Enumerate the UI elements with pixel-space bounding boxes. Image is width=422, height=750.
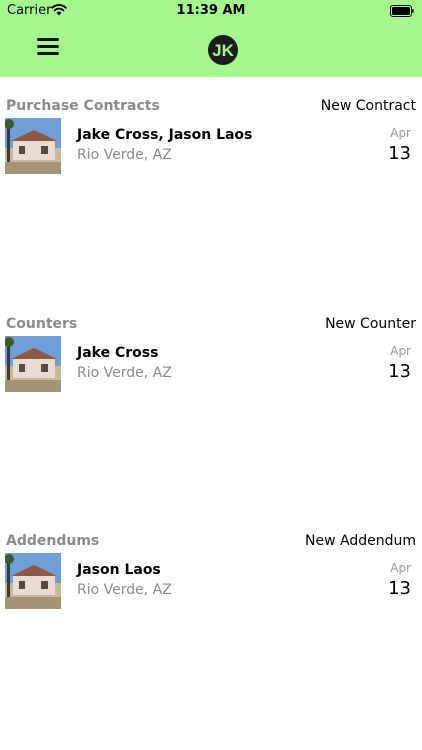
counter-date-month: Apr (390, 344, 411, 358)
contract-party-names: Jake Cross, Jason Laos (77, 127, 253, 143)
new-addendum-button[interactable]: New Addendum (305, 531, 416, 551)
section-counters: Counters New Counter Jake Cross Rio Verd… (0, 314, 422, 394)
property-thumbnail (5, 553, 61, 609)
app-screen: Carrier 11:39 AM JK Purchase Contracts N… (0, 0, 422, 750)
hamburger-menu-icon[interactable] (37, 38, 59, 56)
section-purchase-contracts: Purchase Contracts New Contract Jake Cro… (0, 96, 422, 176)
new-counter-button[interactable]: New Counter (325, 314, 416, 334)
section-header: Addendums New Addendum (0, 531, 422, 553)
logo-text: JK (212, 41, 234, 60)
section-header: Counters New Counter (0, 314, 422, 336)
section-title: Addendums (6, 533, 100, 549)
section-title: Purchase Contracts (6, 98, 160, 114)
status-time: 11:39 AM (176, 3, 246, 18)
navigation-bar: JK (0, 22, 422, 77)
section-title: Counters (6, 316, 78, 332)
new-contract-button[interactable]: New Contract (321, 96, 416, 116)
counter-party-names: Jake Cross (77, 345, 159, 361)
property-thumbnail (5, 336, 61, 392)
counter-date-day: 13 (388, 361, 411, 382)
addendum-location: Rio Verde, AZ (77, 582, 172, 598)
contract-location: Rio Verde, AZ (77, 147, 172, 163)
addendum-party-names: Jason Laos (77, 562, 161, 578)
addendum-date-month: Apr (390, 561, 411, 575)
section-addendums: Addendums New Addendum Jason Laos Rio Ve… (0, 531, 422, 611)
status-bar: Carrier 11:39 AM (0, 0, 422, 22)
contract-date-day: 13 (388, 143, 411, 164)
property-thumbnail (5, 118, 61, 174)
contract-date-month: Apr (390, 126, 411, 140)
counter-location: Rio Verde, AZ (77, 365, 172, 381)
jk-logo[interactable]: JK (208, 35, 238, 65)
addendum-date-day: 13 (388, 578, 411, 599)
addendum-row[interactable]: Jason Laos Rio Verde, AZ Apr 13 (0, 553, 422, 611)
app-header: Carrier 11:39 AM JK (0, 0, 422, 77)
counter-row[interactable]: Jake Cross Rio Verde, AZ Apr 13 (0, 336, 422, 394)
contract-row[interactable]: Jake Cross, Jason Laos Rio Verde, AZ Apr… (0, 118, 422, 176)
battery-icon (390, 5, 414, 17)
section-header: Purchase Contracts New Contract (0, 96, 422, 118)
